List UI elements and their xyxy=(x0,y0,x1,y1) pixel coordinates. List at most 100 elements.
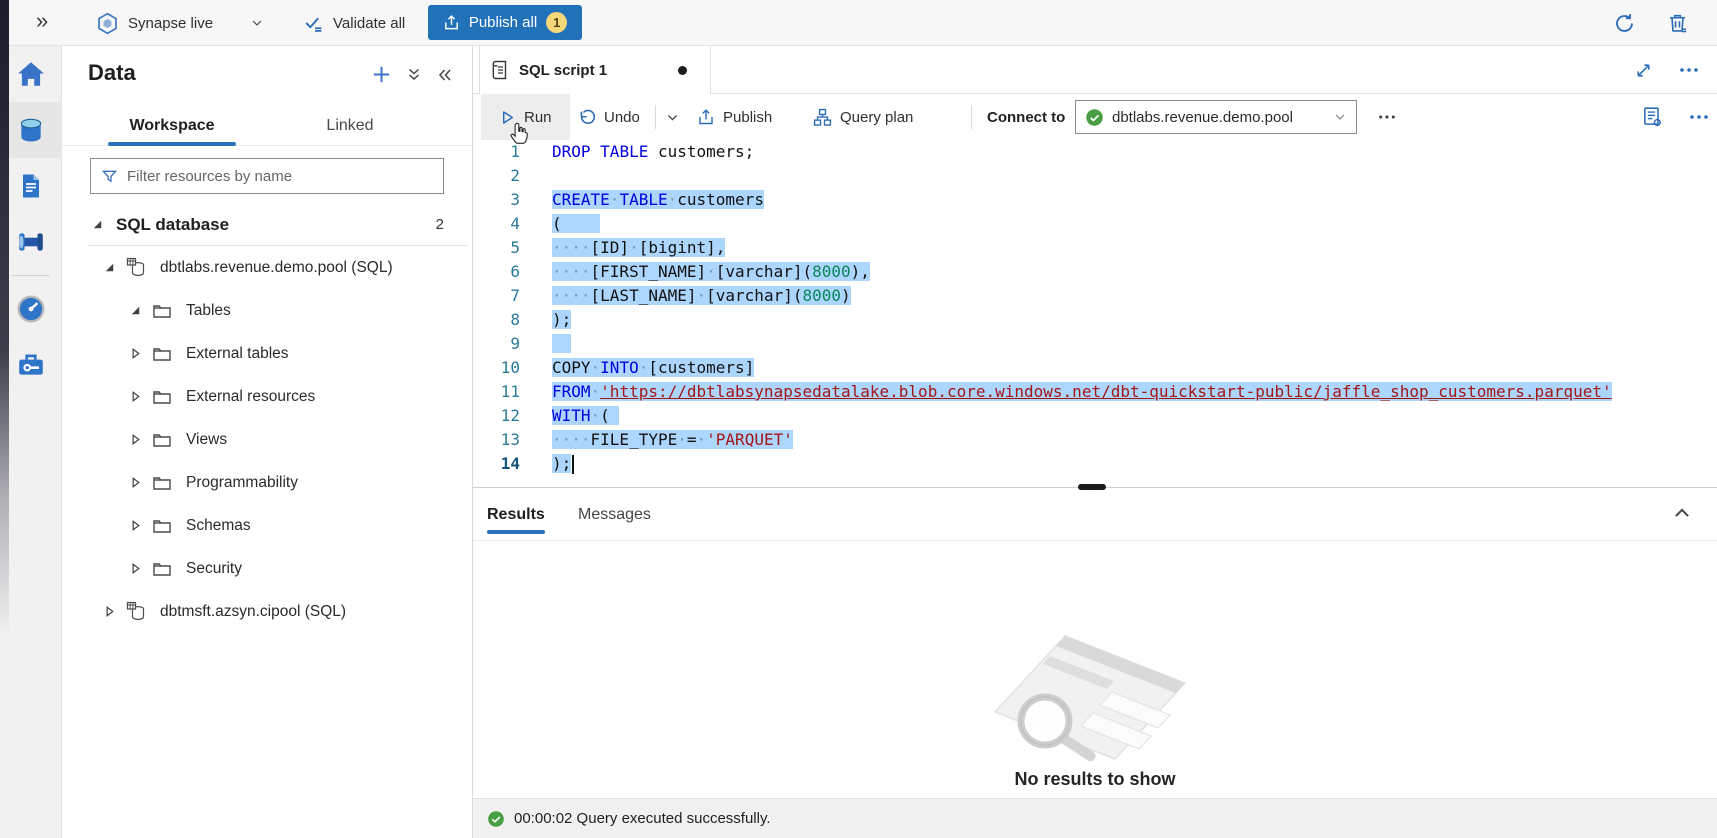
line-number: 8 xyxy=(473,308,520,332)
query-plan-button[interactable]: Query plan xyxy=(813,94,913,140)
query-plan-icon xyxy=(813,108,832,127)
tab-messages[interactable]: Messages xyxy=(578,488,651,541)
sql-editor-region: SQL script 1 Run Undo Publish Query plan xyxy=(473,46,1717,838)
tab-workspace[interactable]: Workspace xyxy=(102,106,242,146)
code-line-7: 7····[LAST_NAME]·[varchar](8000) xyxy=(473,284,1717,308)
chevron-down-icon xyxy=(1333,110,1347,124)
tree-item-external-resources[interactable]: External resources xyxy=(62,375,472,418)
tab-linked[interactable]: Linked xyxy=(300,106,400,146)
unsaved-dot xyxy=(678,66,687,75)
line-number: 7 xyxy=(473,284,520,308)
tree-collapsed-icon[interactable] xyxy=(102,604,126,619)
properties-icon[interactable] xyxy=(1641,94,1663,140)
tree-collapsed-icon[interactable] xyxy=(128,475,152,490)
publish-all-button[interactable]: Publish all 1 xyxy=(428,5,582,40)
tree-item-tables[interactable]: Tables xyxy=(62,289,472,332)
data-panel: Data Workspace Linked SQL database2dbtla… xyxy=(62,46,473,838)
folder-icon xyxy=(152,560,184,578)
develop-icon xyxy=(17,172,45,200)
tab-title: SQL script 1 xyxy=(519,62,607,79)
tree-item-label: External tables xyxy=(186,345,289,363)
tree-item-dbtmsft-azsyn-cipool-sql[interactable]: dbtmsft.azsyn.cipool (SQL) xyxy=(62,590,472,633)
refresh-icon[interactable] xyxy=(1609,8,1640,39)
tree-collapsed-icon[interactable] xyxy=(128,346,152,361)
sql-code-editor[interactable]: 1DROP TABLE customers;23CREATE·TABLE·cus… xyxy=(473,140,1717,487)
line-number: 6 xyxy=(473,260,520,284)
pool-select-dropdown[interactable]: dbtlabs.revenue.demo.pool xyxy=(1075,100,1357,134)
publish-button[interactable]: Publish xyxy=(697,94,772,140)
tab-sql-script-1[interactable]: SQL script 1 xyxy=(479,46,711,94)
tree-collapsed-icon[interactable] xyxy=(128,389,152,404)
tree-item-count: 2 xyxy=(436,216,444,233)
chevron-up-icon[interactable] xyxy=(1671,502,1693,524)
filter-box xyxy=(90,158,444,194)
folder-icon xyxy=(152,474,184,492)
validate-all-button[interactable]: Validate all xyxy=(303,0,405,46)
tree-item-label: Programmability xyxy=(186,474,298,492)
code-line-14: 14); xyxy=(473,452,1717,476)
rail-item-develop[interactable] xyxy=(0,158,62,214)
line-number: 2 xyxy=(473,164,520,188)
line-number: 14 xyxy=(473,452,520,476)
tree-item-label: Views xyxy=(186,431,227,449)
collapse-left-icon[interactable] xyxy=(436,66,454,84)
rail-item-monitor[interactable] xyxy=(0,281,62,337)
rail-item-manage[interactable] xyxy=(0,337,62,393)
integrate-icon xyxy=(16,227,46,257)
rail-item-data[interactable] xyxy=(0,102,62,158)
tree-item-schemas[interactable]: Schemas xyxy=(62,504,472,547)
connect-to-label: Connect to xyxy=(987,94,1065,140)
tree-item-security[interactable]: Security xyxy=(62,547,472,590)
expand-icon[interactable] xyxy=(1634,61,1653,80)
validate-all-label: Validate all xyxy=(333,15,405,32)
line-number: 5 xyxy=(473,236,520,260)
folder-icon xyxy=(152,517,184,535)
tree-item-sql-database[interactable]: SQL database 2 xyxy=(62,203,472,246)
tree-expanded-icon[interactable] xyxy=(102,260,126,275)
upload-icon xyxy=(443,14,460,31)
tree-collapsed-icon[interactable] xyxy=(128,561,152,576)
tree-expanded-icon[interactable] xyxy=(90,217,114,232)
tree-item-views[interactable]: Views xyxy=(62,418,472,461)
toolbar-overflow-dots-icon[interactable] xyxy=(1689,94,1709,140)
tree-collapsed-icon[interactable] xyxy=(128,432,152,447)
tree-item-dbtlabs-revenue-demo-pool-sql[interactable]: dbtlabs.revenue.demo.pool (SQL) xyxy=(62,246,472,289)
line-number: 13 xyxy=(473,428,520,452)
tree-expanded-icon[interactable] xyxy=(128,303,152,318)
toolbar-more-dots-icon[interactable] xyxy=(1378,94,1396,140)
rail-item-home[interactable] xyxy=(0,46,62,102)
code-line-6: 6····[FIRST_NAME]·[varchar](8000), xyxy=(473,260,1717,284)
editor-tabbar: SQL script 1 xyxy=(473,46,1717,94)
query-status-bar: 00:00:02 Query executed successfully. xyxy=(473,798,1717,838)
trash-icon[interactable] xyxy=(1662,8,1693,39)
tab-results[interactable]: Results xyxy=(487,488,545,541)
splitter-drag-handle[interactable] xyxy=(1078,484,1106,490)
folder-icon xyxy=(152,345,184,363)
tree-item-external-tables[interactable]: External tables xyxy=(62,332,472,375)
rail-divider xyxy=(11,275,50,276)
filter-resources-input[interactable] xyxy=(127,168,433,185)
add-icon[interactable] xyxy=(371,64,392,85)
expand-panel-chevrons[interactable]: » xyxy=(36,8,48,34)
run-button[interactable]: Run xyxy=(481,94,570,140)
tree-item-label: SQL database xyxy=(116,215,229,235)
status-text: 00:00:02 Query executed successfully. xyxy=(514,810,771,827)
more-dots-icon[interactable] xyxy=(1679,66,1699,74)
rail-item-integrate[interactable] xyxy=(0,214,62,270)
mode-selector[interactable]: Synapse live xyxy=(96,0,264,46)
folder-icon xyxy=(152,431,184,449)
tree-item-programmability[interactable]: Programmability xyxy=(62,461,472,504)
folder-icon xyxy=(152,302,184,320)
tree-collapsed-icon[interactable] xyxy=(128,518,152,533)
double-chevron-down-icon[interactable] xyxy=(405,66,423,84)
run-options-chevron[interactable] xyxy=(665,94,680,140)
chevron-down-icon xyxy=(665,110,680,125)
chevron-down-icon xyxy=(250,16,264,30)
code-line-2: 2 xyxy=(473,164,1717,188)
line-number: 3 xyxy=(473,188,520,212)
undo-button[interactable]: Undo xyxy=(577,94,640,140)
no-results-illustration xyxy=(990,626,1210,766)
run-icon xyxy=(499,109,516,126)
code-line-13: 13····FILE_TYPE·=·'PARQUET' xyxy=(473,428,1717,452)
resource-tree: SQL database 2 dbtlabs.revenue.demo.pool (… xyxy=(62,203,472,633)
